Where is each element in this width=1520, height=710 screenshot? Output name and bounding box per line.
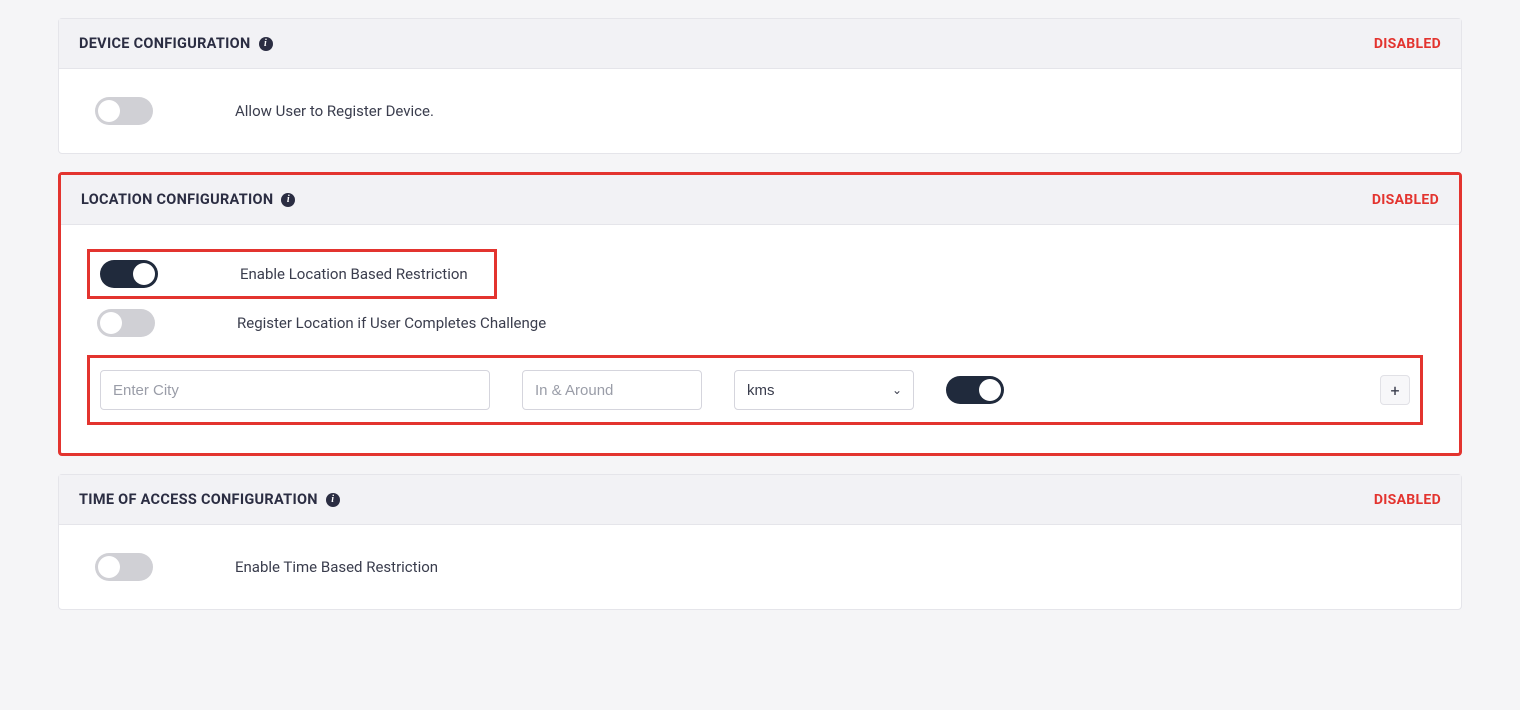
time-config-status: DISABLED	[1374, 492, 1441, 508]
time-config-header: TIME OF ACCESS CONFIGURATION i DISABLED	[59, 475, 1461, 525]
unit-select[interactable]: kms	[734, 370, 914, 410]
time-config-title: TIME OF ACCESS CONFIGURATION i	[79, 491, 340, 508]
toggle-knob	[133, 263, 155, 285]
location-config-title-text: LOCATION CONFIGURATION	[81, 191, 273, 208]
info-icon[interactable]: i	[259, 37, 273, 51]
in-and-around-input[interactable]	[522, 370, 702, 410]
time-config-body: Enable Time Based Restriction	[59, 525, 1461, 609]
location-configuration-panel: LOCATION CONFIGURATION i DISABLED Enable…	[58, 172, 1462, 456]
device-config-body: Allow User to Register Device.	[59, 69, 1461, 153]
add-location-button[interactable]: +	[1380, 375, 1410, 405]
location-config-status: DISABLED	[1372, 192, 1439, 208]
enable-location-restriction-label: Enable Location Based Restriction	[240, 265, 468, 283]
device-config-title-text: DEVICE CONFIGURATION	[79, 35, 251, 52]
city-input[interactable]	[100, 370, 490, 410]
time-config-title-text: TIME OF ACCESS CONFIGURATION	[79, 491, 318, 508]
toggle-knob	[98, 556, 120, 578]
plus-icon: +	[1390, 381, 1399, 400]
location-entry-row: kms ⌄ +	[100, 370, 1410, 410]
location-config-title: LOCATION CONFIGURATION i	[81, 191, 295, 208]
allow-register-device-label: Allow User to Register Device.	[235, 102, 434, 120]
toggle-knob	[98, 100, 120, 122]
enable-time-restriction-row: Enable Time Based Restriction	[95, 553, 1425, 581]
device-config-title: DEVICE CONFIGURATION i	[79, 35, 273, 52]
toggle-knob	[100, 312, 122, 334]
location-entry-row-highlight: kms ⌄ +	[87, 355, 1423, 425]
device-config-header: DEVICE CONFIGURATION i DISABLED	[59, 19, 1461, 69]
enable-location-restriction-row: Enable Location Based Restriction	[87, 249, 497, 299]
enable-location-restriction-toggle[interactable]	[100, 260, 158, 288]
register-location-on-challenge-label: Register Location if User Completes Chal…	[237, 314, 546, 332]
location-config-header: LOCATION CONFIGURATION i DISABLED	[61, 175, 1459, 225]
device-configuration-panel: DEVICE CONFIGURATION i DISABLED Allow Us…	[58, 18, 1462, 154]
location-config-body: Enable Location Based Restriction Regist…	[61, 225, 1459, 453]
device-config-status: DISABLED	[1374, 36, 1441, 52]
location-row-toggle[interactable]	[946, 376, 1004, 404]
register-location-on-challenge-toggle[interactable]	[97, 309, 155, 337]
info-icon[interactable]: i	[281, 193, 295, 207]
allow-register-device-row: Allow User to Register Device.	[95, 97, 1425, 125]
unit-select-wrap: kms ⌄	[734, 370, 914, 410]
toggle-knob	[979, 379, 1001, 401]
enable-time-restriction-label: Enable Time Based Restriction	[235, 558, 438, 576]
info-icon[interactable]: i	[326, 493, 340, 507]
register-location-on-challenge-row: Register Location if User Completes Chal…	[97, 309, 1423, 337]
allow-register-device-toggle[interactable]	[95, 97, 153, 125]
time-of-access-panel: TIME OF ACCESS CONFIGURATION i DISABLED …	[58, 474, 1462, 610]
enable-time-restriction-toggle[interactable]	[95, 553, 153, 581]
